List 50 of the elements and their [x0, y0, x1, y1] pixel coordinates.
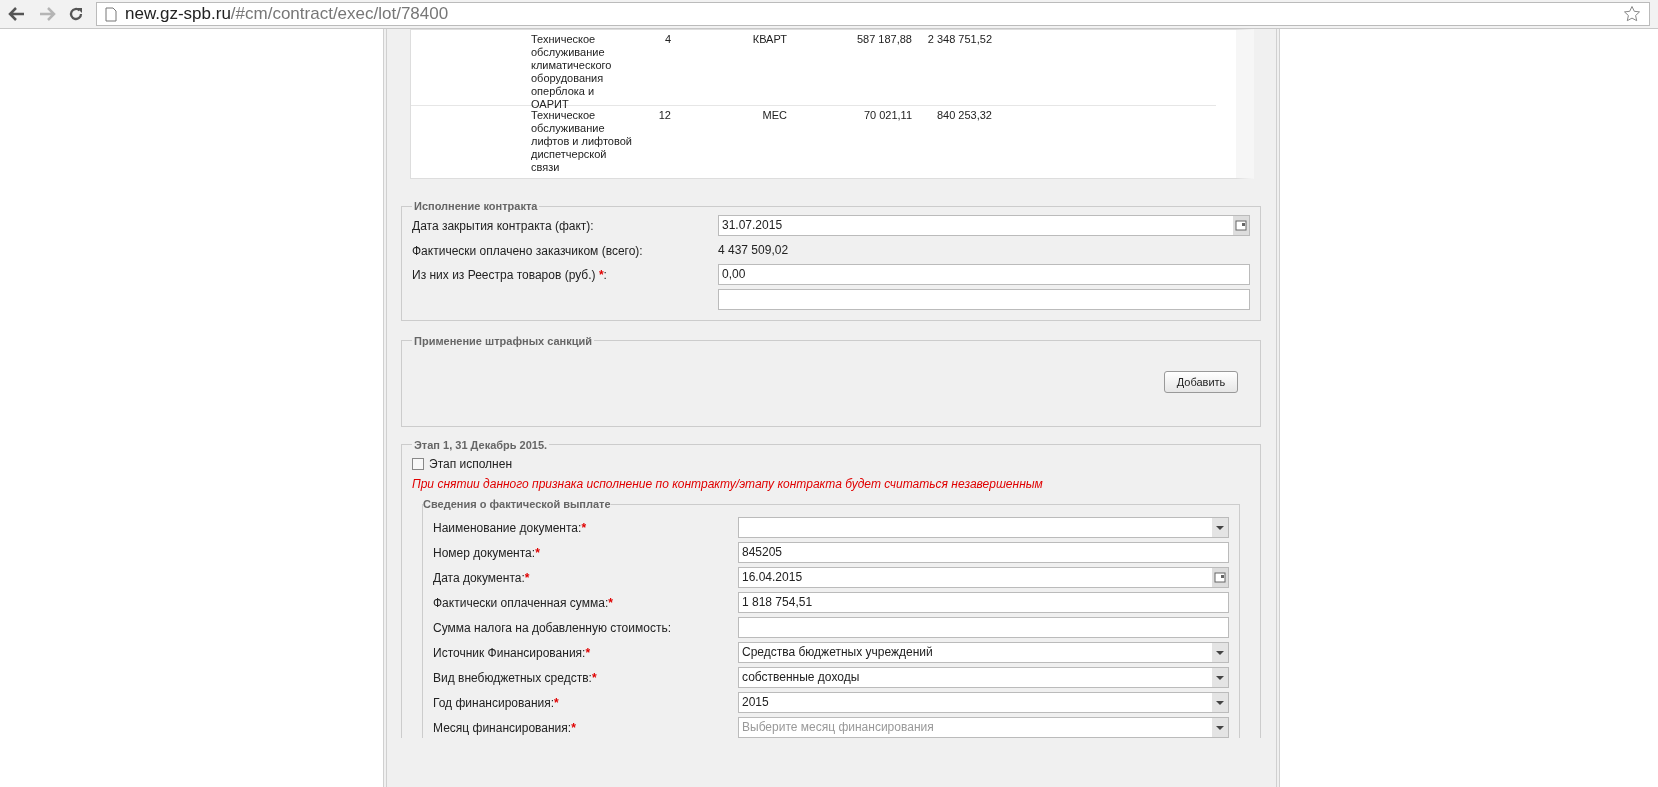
- table-cell-text: 2 348 751,52: [926, 33, 992, 46]
- field-label: Сумма налога на добавленную стоимость:: [433, 619, 672, 637]
- back-icon[interactable]: [8, 6, 26, 22]
- field-label: Вид внебюджетных средств:*: [433, 669, 598, 687]
- checkbox-label: Этап исполнен: [429, 456, 513, 473]
- table-cell-text: 840 253,32: [935, 109, 992, 122]
- url-path: /#cm/contract/exec/lot/78400: [230, 3, 449, 26]
- warning-text: При снятии данного признака исполнение по контракту/этапу контракта будет считаться незавершенным: [412, 476, 1044, 493]
- field-label: Из них из Реестра товаров (руб.) *:: [412, 266, 608, 284]
- dropdown[interactable]: 2015: [738, 691, 1229, 713]
- table-cell-text: КВАРТ: [751, 33, 787, 46]
- table-cell: Техническое обслуживание лифтов и лифтовой диспетчерской связи: [531, 109, 633, 174]
- text-field[interactable]: 0,00: [718, 263, 1250, 285]
- text-field[interactable]: 845205: [738, 541, 1229, 563]
- url-host: new.gz-spb.ru: [125, 3, 231, 26]
- field-label: Месяц финансирования:*: [433, 719, 577, 737]
- table-cell-text: 587 187,88: [855, 33, 912, 46]
- field-label: Дата документа:*: [433, 569, 531, 587]
- date-field[interactable]: 31.07.2015: [718, 214, 1250, 236]
- field-label: Источник Финансирования:*: [433, 644, 592, 662]
- add-button[interactable]: Добавить: [1164, 371, 1238, 393]
- table-cell-text: МЕС: [761, 109, 787, 122]
- field-label: Год финансирования:*: [433, 694, 560, 712]
- calendar-icon[interactable]: [1233, 215, 1249, 235]
- section-legend: Исполнение контракта: [412, 198, 540, 215]
- field-label: Наименование документа:*: [433, 519, 588, 537]
- field-value: 4 437 509,02: [718, 241, 790, 259]
- section-legend: Применение штрафных санкций: [412, 332, 595, 349]
- table-cell-text: 12: [657, 109, 671, 122]
- address-bar[interactable]: new.gz-spb.ru/#cm/contract/exec/lot/78400: [96, 2, 1650, 26]
- reload-icon[interactable]: [68, 6, 84, 22]
- section-legend: Этап 1, 31 Декабрь 2015.: [412, 436, 550, 453]
- dropdown[interactable]: собственные доходы: [738, 666, 1229, 688]
- text-field[interactable]: [738, 616, 1229, 638]
- text-field[interactable]: 1 818 754,51: [738, 591, 1229, 613]
- table-cell-text: 4: [663, 33, 671, 46]
- stage-completed-checkbox[interactable]: [412, 458, 424, 470]
- section-legend: Сведения о фактической выплате: [423, 496, 611, 513]
- table-cell-text: Техническое обслуживание климатического оборудования оперблока и ОАРИТ: [531, 33, 613, 111]
- table-cell-text: 70 021,11: [862, 109, 912, 122]
- text-field[interactable]: [718, 288, 1250, 310]
- dropdown[interactable]: Средства бюджетных учреждений: [738, 641, 1229, 663]
- field-label: Номер документа:*: [433, 544, 541, 562]
- field-label: Фактически оплаченная сумма:*: [433, 594, 614, 612]
- page-icon: [105, 6, 117, 22]
- field-label: Дата закрытия контракта (факт):: [412, 217, 595, 235]
- field-label: Фактически оплачено заказчиком (всего):: [412, 242, 644, 260]
- date-field[interactable]: 16.04.2015: [738, 566, 1229, 588]
- bookmark-star-icon[interactable]: [1623, 5, 1641, 23]
- calendar-icon[interactable]: [1212, 567, 1228, 587]
